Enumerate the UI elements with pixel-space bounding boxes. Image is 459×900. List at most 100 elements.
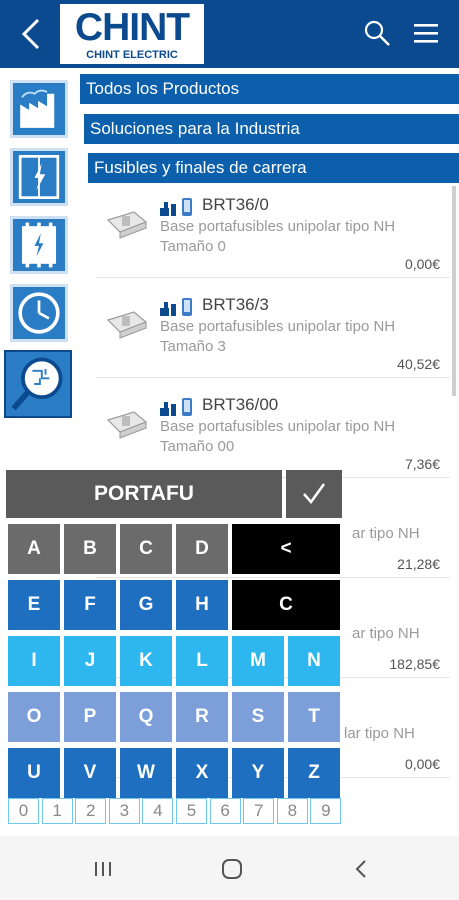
fuse-base-product-image <box>106 311 148 339</box>
key-a[interactable]: A <box>8 524 60 574</box>
product-description-line: Base portafusibles unipolar tipo NH <box>160 218 396 235</box>
stock-badge-icons <box>160 298 192 316</box>
magnifier-circuit-icon <box>6 352 70 416</box>
hamburger-menu-icon <box>414 24 438 43</box>
product-description: Base portafusibles unipolar tipo NH Tama… <box>160 417 450 457</box>
product-code: BRT36/00 <box>202 395 279 414</box>
product-description-line: lar tipo NH <box>344 725 415 742</box>
stock-badge-icons <box>160 198 192 216</box>
key-digit-6[interactable]: 6 <box>209 798 241 824</box>
key-p[interactable]: P <box>64 692 116 742</box>
fuse-base-product-image <box>106 211 148 239</box>
key-digit-2[interactable]: 2 <box>75 798 107 824</box>
product-price: 0,00€ <box>404 756 440 772</box>
backspace-key[interactable]: < <box>232 524 340 574</box>
breadcrumb-all-products[interactable]: Todos los Productos <box>80 74 459 104</box>
clock-icon <box>13 287 65 339</box>
key-k[interactable]: K <box>120 636 172 686</box>
key-y[interactable]: Y <box>232 748 284 798</box>
recent-apps-icon <box>95 862 111 876</box>
electrical-cabinet-icon <box>13 151 65 203</box>
key-n[interactable]: N <box>288 636 340 686</box>
back-nav-icon <box>355 860 366 878</box>
product-price: 182,85€ <box>389 656 440 672</box>
key-o[interactable]: O <box>8 692 60 742</box>
product-code: BRT36/3 <box>202 295 269 314</box>
key-digit-3[interactable]: 3 <box>108 798 140 824</box>
breadcrumb-industry[interactable]: Soluciones para la Industria <box>84 114 459 144</box>
sidebar-item-factory[interactable] <box>10 80 68 138</box>
list-item[interactable]: BRT36/00 Base portafusibles unipolar tip… <box>96 386 450 478</box>
key-s[interactable]: S <box>232 692 284 742</box>
key-d[interactable]: D <box>176 524 228 574</box>
key-z[interactable]: Z <box>288 748 340 798</box>
key-l[interactable]: L <box>176 636 228 686</box>
key-w[interactable]: W <box>120 748 172 798</box>
key-g[interactable]: G <box>120 580 172 630</box>
list-item[interactable]: BRT36/0 Base portafusibles unipolar tipo… <box>96 186 450 278</box>
list-item[interactable]: BRT36/3 Base portafusibles unipolar tipo… <box>96 286 450 378</box>
key-digit-8[interactable]: 8 <box>276 798 308 824</box>
back-nav-button[interactable] <box>348 856 374 882</box>
key-c[interactable]: C <box>120 524 172 574</box>
key-t[interactable]: T <box>288 692 340 742</box>
product-price: 21,28€ <box>397 556 440 572</box>
key-digit-5[interactable]: 5 <box>176 798 207 824</box>
product-price: 0,00€ <box>404 256 440 272</box>
breadcrumb-fuses[interactable]: Fusibles y finales de carrera <box>88 153 459 183</box>
back-icon <box>21 18 40 50</box>
key-digit-7[interactable]: 7 <box>243 798 275 824</box>
search-icon <box>364 20 390 46</box>
sidebar-item-timer[interactable] <box>10 284 68 342</box>
product-description-line: ar tipo NH <box>352 525 420 542</box>
clear-key[interactable]: C <box>232 580 340 630</box>
key-r[interactable]: R <box>176 692 228 742</box>
product-size: Tamaño 3 <box>160 338 226 355</box>
key-h[interactable]: H <box>176 580 228 630</box>
system-navigation-bar <box>0 836 459 900</box>
confirm-button[interactable] <box>286 470 342 518</box>
product-price: 40,52€ <box>397 356 440 372</box>
key-i[interactable]: I <box>8 636 60 686</box>
key-m[interactable]: M <box>232 636 284 686</box>
search-button[interactable] <box>362 18 392 48</box>
product-price: 7,36€ <box>404 456 440 472</box>
key-q[interactable]: Q <box>120 692 172 742</box>
key-digit-0[interactable]: 0 <box>8 798 39 824</box>
search-keyboard: PORTAFU A B C D < E F G H C I J K L M N O P Q R S T U V W X Y Z 012… <box>4 468 344 828</box>
back-button[interactable] <box>10 12 50 56</box>
key-e[interactable]: E <box>8 580 60 630</box>
category-sidebar <box>0 68 80 468</box>
stock-badge-icons <box>160 398 192 416</box>
key-v[interactable]: V <box>64 748 116 798</box>
key-u[interactable]: U <box>8 748 60 798</box>
key-digit-4[interactable]: 4 <box>142 798 174 824</box>
product-code: BRT36/0 <box>202 195 269 214</box>
search-input[interactable]: PORTAFU <box>6 470 282 518</box>
checkmark-icon <box>303 483 326 505</box>
sidebar-item-cabinet[interactable] <box>10 148 68 206</box>
fuse-base-product-image <box>106 411 148 439</box>
circuit-breaker-icon <box>13 219 65 271</box>
list-scrollbar[interactable] <box>452 186 456 396</box>
key-b[interactable]: B <box>64 524 116 574</box>
home-icon <box>222 859 242 879</box>
key-x[interactable]: X <box>176 748 228 798</box>
logo-sub-text: CHINT ELECTRIC <box>86 49 178 61</box>
home-button[interactable] <box>219 856 245 882</box>
logo-main-text: CHINT <box>74 6 190 49</box>
key-f[interactable]: F <box>64 580 116 630</box>
sidebar-item-breaker[interactable] <box>10 216 68 274</box>
menu-button[interactable] <box>412 20 442 48</box>
key-digit-1[interactable]: 1 <box>41 798 73 824</box>
key-digit-9[interactable]: 9 <box>310 798 342 824</box>
product-size: Tamaño 00 <box>160 438 235 455</box>
sidebar-item-search-products[interactable] <box>4 350 72 418</box>
product-description: Base portafusibles unipolar tipo NH Tama… <box>160 317 450 357</box>
factory-icon <box>13 83 65 135</box>
key-j[interactable]: J <box>64 636 116 686</box>
product-size: Tamaño 0 <box>160 238 226 255</box>
recent-apps-button[interactable] <box>90 856 116 882</box>
product-description-line: ar tipo NH <box>352 625 420 642</box>
product-description-line: Base portafusibles unipolar tipo NH <box>160 318 396 335</box>
